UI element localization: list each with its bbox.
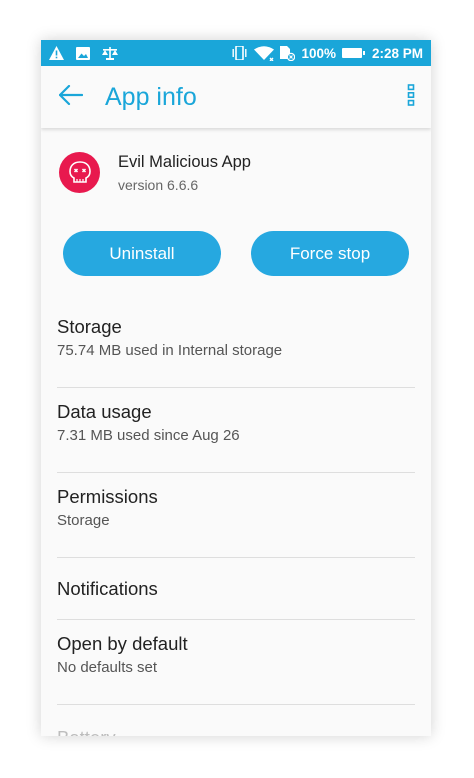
sim-icon — [280, 45, 296, 61]
back-arrow-icon — [58, 84, 84, 110]
app-name: Evil Malicious App — [118, 152, 251, 171]
skull-icon — [59, 152, 100, 193]
force-stop-button[interactable]: Force stop — [251, 231, 409, 276]
data-usage-subtitle: 7.31 MB used since Aug 26 — [57, 427, 240, 444]
app-bar: App info — [41, 66, 431, 128]
more-options-button[interactable] — [391, 69, 431, 125]
battery-item[interactable]: Battery — [57, 705, 415, 736]
battery-title: Battery — [57, 727, 415, 736]
notifications-title: Notifications — [57, 577, 158, 599]
data-usage-title: Data usage — [57, 401, 152, 422]
warning-icon — [49, 46, 64, 60]
app-header: Evil Malicious App version 6.6.6 — [41, 128, 431, 193]
open-by-default-title: Open by default — [57, 633, 188, 654]
more-vert-icon — [407, 83, 415, 111]
permissions-subtitle: Storage — [57, 512, 110, 529]
battery-icon — [341, 48, 365, 58]
storage-subtitle: 75.74 MB used in Internal storage — [57, 342, 283, 359]
permissions-title: Permissions — [57, 486, 158, 507]
storage-title: Storage — [57, 316, 122, 337]
image-icon — [76, 46, 90, 60]
back-button[interactable] — [43, 69, 99, 125]
battery-percent: 100% — [301, 45, 336, 61]
notifications-item[interactable]: Notifications — [57, 558, 415, 620]
vibrate-icon — [231, 46, 248, 60]
app-version: version 6.6.6 — [118, 176, 199, 193]
action-buttons: Uninstall Force stop — [41, 231, 431, 276]
page-title: App info — [105, 82, 197, 111]
clock: 2:28 PM — [371, 45, 423, 61]
permissions-item[interactable]: Permissions Storage — [57, 473, 415, 558]
uninstall-button[interactable]: Uninstall — [63, 231, 221, 276]
settings-list: Storage 75.74 MB used in Internal storag… — [41, 303, 431, 736]
wifi-icon — [254, 45, 275, 61]
phone-screen: 100% 2:28 PM App info Evil Malicious App… — [41, 40, 431, 736]
open-by-default-item[interactable]: Open by default No defaults set — [57, 620, 415, 705]
open-by-default-subtitle: No defaults set — [57, 659, 158, 676]
status-bar: 100% 2:28 PM — [41, 40, 431, 66]
data-usage-item[interactable]: Data usage 7.31 MB used since Aug 26 — [57, 388, 415, 473]
storage-item[interactable]: Storage 75.74 MB used in Internal storag… — [57, 303, 415, 388]
scale-icon — [102, 46, 118, 60]
